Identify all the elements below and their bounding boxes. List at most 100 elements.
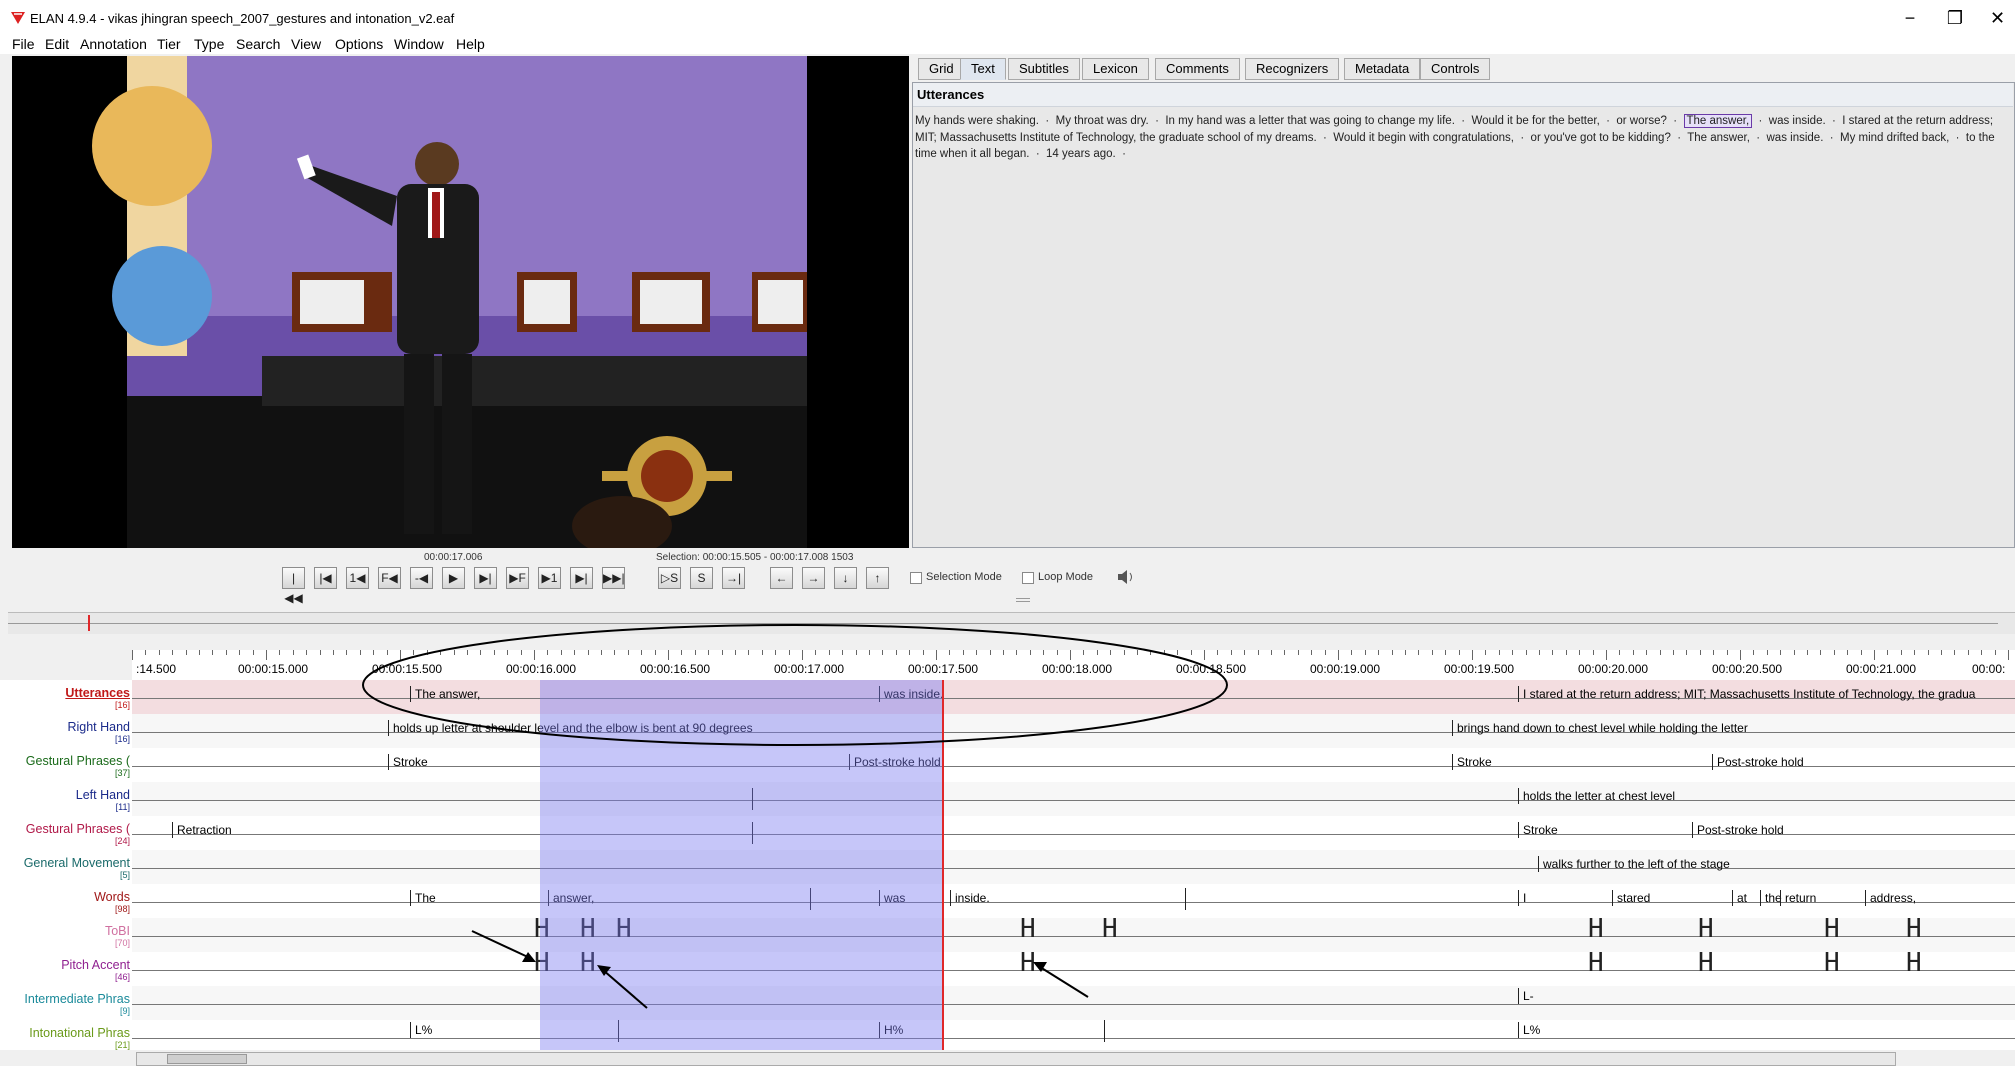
annotation[interactable]: L% (1518, 1022, 1540, 1038)
annotation-below-button[interactable]: ↓ (834, 567, 857, 589)
annotation[interactable]: brings hand down to chest level while ho… (1452, 720, 1748, 736)
volume-icon[interactable] (1116, 568, 1136, 586)
annotation[interactable]: inside. (950, 890, 990, 906)
time-ruler[interactable]: :14.500 00:00:15.000 00:00:15.500 00:00:… (132, 650, 2015, 680)
go-to-end-button[interactable]: ▶▶| (602, 567, 625, 589)
tab-metadata[interactable]: Metadata (1344, 58, 1421, 80)
previous-second-button[interactable]: 1◀ (346, 567, 369, 589)
tier-name-words[interactable]: Words (94, 890, 132, 904)
text-viewer[interactable]: Utterances My hands were shaking. · My t… (912, 82, 2015, 548)
menu-window[interactable]: Window (394, 34, 444, 54)
tier-selector[interactable]: Utterances (913, 83, 2013, 107)
previous-scrollview-button[interactable]: |◀ (314, 567, 337, 589)
annotation[interactable]: I (1518, 890, 1526, 906)
annotation[interactable]: stared (1612, 890, 1650, 906)
menu-edit[interactable]: Edit (45, 34, 69, 54)
previous-pixel-button[interactable]: -◀ (410, 567, 433, 589)
tier-name-gestural-phrases-2[interactable]: Gestural Phrases ( (26, 822, 132, 836)
play-button[interactable]: ▶ (442, 567, 465, 589)
menu-options[interactable]: Options (335, 34, 383, 54)
menu-help[interactable]: Help (456, 34, 485, 54)
next-annotation-button[interactable]: → (802, 567, 825, 589)
tier-name-intonational-phrase[interactable]: Intonational Phras (29, 1026, 132, 1040)
play-selection-button[interactable]: ▷S (658, 567, 681, 589)
tobi-mark[interactable]: H (1020, 916, 1036, 942)
annotation[interactable]: holds the letter at chest level (1518, 788, 1675, 804)
next-scrollview-button[interactable]: ▶| (570, 567, 593, 589)
next-pixel-button[interactable]: ▶| (474, 567, 497, 589)
tier-name-gestural-phrases-1[interactable]: Gestural Phrases ( (26, 754, 132, 768)
scrollbar-thumb[interactable] (167, 1054, 247, 1064)
tobi-mark[interactable]: H (1588, 916, 1604, 942)
tab-subtitles[interactable]: Subtitles (1008, 58, 1080, 80)
pitch-accent-mark[interactable]: H (1588, 950, 1604, 976)
annotation[interactable]: Retraction (172, 822, 232, 838)
pitch-accent-mark[interactable]: H (1698, 950, 1714, 976)
go-to-begin-button[interactable]: |◀◀ (282, 567, 305, 605)
menu-view[interactable]: View (291, 34, 321, 54)
previous-frame-button[interactable]: F◀ (378, 567, 401, 589)
menu-annotation[interactable]: Annotation (80, 34, 147, 54)
go-to-selection-boundary-button[interactable]: →| (722, 567, 745, 589)
tier-name-tobi[interactable]: ToBI (105, 924, 132, 938)
tobi-mark[interactable]: H (1824, 916, 1840, 942)
tier-name-left-hand[interactable]: Left Hand (76, 788, 132, 802)
annotation-timeline[interactable]: The answer, was inside. I stared at the … (132, 680, 2015, 1050)
annotation-above-button[interactable]: ↑ (866, 567, 889, 589)
menu-tier[interactable]: Tier (157, 34, 181, 54)
selected-annotation[interactable]: The answer, (1683, 114, 1753, 128)
horizontal-scrollbar[interactable] (136, 1052, 1896, 1066)
tobi-mark[interactable]: H (1698, 916, 1714, 942)
time-selection-highlight[interactable] (540, 680, 942, 1050)
loop-mode-checkbox[interactable] (1022, 572, 1034, 584)
annotation[interactable]: L- (1518, 988, 1534, 1004)
pitch-accent-mark[interactable]: H (1906, 950, 1922, 976)
next-frame-button[interactable]: ▶F (506, 567, 529, 589)
annotation[interactable]: address, (1865, 890, 1916, 906)
menu-search[interactable]: Search (236, 34, 280, 54)
selection-mode-checkbox[interactable] (910, 572, 922, 584)
annotation[interactable]: walks further to the left of the stage (1538, 856, 1730, 872)
tier-name-pitch-accent[interactable]: Pitch Accent (61, 958, 132, 972)
annotation[interactable]: Post-stroke hold (1692, 822, 1784, 838)
annotation[interactable]: the (1760, 890, 1782, 906)
timeline-overview[interactable] (8, 612, 2015, 634)
annotation[interactable]: Stroke (1518, 822, 1558, 838)
annotation[interactable]: The (410, 890, 436, 906)
annotation[interactable]: return (1780, 890, 1816, 906)
ruler-tick (1244, 650, 1246, 655)
utterance-text[interactable]: My hands were shaking. · My throat was d… (913, 113, 2013, 163)
pitch-accent-mark[interactable]: H (1020, 950, 1036, 976)
ruler-tick (132, 650, 133, 660)
tab-comments[interactable]: Comments (1155, 58, 1240, 80)
video-player[interactable] (12, 56, 909, 548)
annotation[interactable]: I stared at the return address; MIT; Mas… (1518, 686, 2015, 702)
tobi-mark[interactable]: H (1102, 916, 1118, 942)
annotation[interactable]: Stroke (388, 754, 428, 770)
tab-recognizers[interactable]: Recognizers (1245, 58, 1340, 80)
tobi-mark[interactable]: H (1906, 916, 1922, 942)
tab-controls[interactable]: Controls (1420, 58, 1491, 80)
tab-lexicon[interactable]: Lexicon (1082, 58, 1149, 80)
close-button[interactable]: ✕ (1980, 4, 2015, 32)
tier-name-general-movement[interactable]: General Movement (24, 856, 132, 870)
annotation[interactable]: at (1732, 890, 1747, 906)
split-pane-divider[interactable] (1016, 598, 1030, 602)
previous-annotation-button[interactable]: ← (770, 567, 793, 589)
pitch-accent-mark[interactable]: H (1824, 950, 1840, 976)
annotation[interactable]: Post-stroke hold (1712, 754, 1804, 770)
tier-name-right-hand[interactable]: Right Hand (67, 720, 132, 734)
next-second-button[interactable]: ▶1 (538, 567, 561, 589)
restore-button[interactable]: ❐ (1935, 4, 1975, 32)
tab-grid[interactable]: Grid (918, 58, 965, 80)
tier-name-utterances[interactable]: Utterances (65, 686, 132, 700)
annotation[interactable]: Stroke (1452, 754, 1492, 770)
annotation[interactable]: L% (410, 1022, 432, 1038)
minimize-button[interactable]: − (1890, 4, 1930, 32)
tier-name-intermediate-phrase[interactable]: Intermediate Phras (24, 992, 132, 1006)
crosshair-cursor[interactable] (942, 680, 944, 1050)
menu-file[interactable]: File (12, 34, 35, 54)
menu-type[interactable]: Type (194, 34, 224, 54)
tab-text[interactable]: Text (960, 58, 1006, 80)
clear-selection-button[interactable]: S (690, 567, 713, 589)
